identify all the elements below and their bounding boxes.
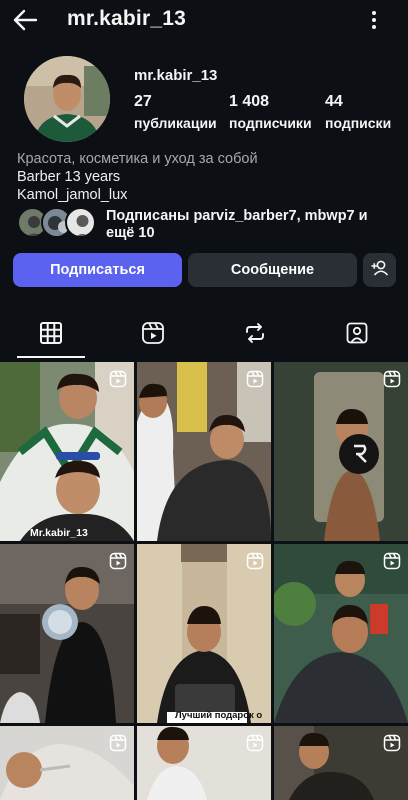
stat-posts-label: публикации <box>134 115 217 131</box>
tab-reels[interactable] <box>102 312 204 358</box>
tab-reposts[interactable] <box>204 312 306 358</box>
post-thumbnail[interactable]: Лучший подарок о <box>137 544 271 723</box>
post-thumbnail[interactable] <box>137 726 271 800</box>
followed-by-text: Подписаны parviz_barber7, mbwp7 и ещё 10 <box>106 208 396 242</box>
posts-grid: Mr.kabir_13 Лучший подарок о <box>0 362 408 800</box>
reels-icon <box>141 321 165 350</box>
top-bar: mr.kabir_13 <box>0 0 408 44</box>
reels-icon <box>109 552 127 575</box>
tagged-icon <box>345 321 369 350</box>
bio-category[interactable]: Красота, косметика и уход за собой <box>17 150 258 168</box>
reels-icon <box>246 370 264 393</box>
reels-icon <box>246 734 264 757</box>
more-vertical-icon[interactable] <box>362 8 386 32</box>
tab-grid[interactable] <box>0 312 102 358</box>
follower-avatar <box>65 207 96 238</box>
profile-tabs <box>0 312 408 358</box>
post-thumbnail[interactable] <box>274 544 408 723</box>
add-user-button[interactable] <box>363 253 396 287</box>
post-caption: Лучший подарок о <box>175 710 263 721</box>
post-thumbnail[interactable] <box>274 362 408 541</box>
stat-following[interactable]: 44 подписки <box>325 93 391 131</box>
reels-icon <box>383 370 401 393</box>
followed-by-line: Подписаны parviz_barber7, mbwp7 и <box>106 208 368 224</box>
reels-icon <box>246 552 264 575</box>
add-user-icon <box>370 258 390 282</box>
stat-posts[interactable]: 27 публикации <box>134 93 217 131</box>
reels-icon <box>109 734 127 757</box>
stat-followers[interactable]: 1 408 подписчики <box>229 93 312 131</box>
follow-button[interactable]: Подписаться <box>13 253 182 287</box>
reels-icon <box>109 370 127 393</box>
bio-line: Kamol_jamol_lux <box>17 187 128 203</box>
reels-icon <box>383 734 401 757</box>
grid-icon <box>40 321 62 349</box>
stat-following-label: подписки <box>325 115 392 131</box>
repost-icon <box>243 321 267 350</box>
active-tab-indicator <box>17 356 85 358</box>
post-thumbnail[interactable] <box>137 362 271 541</box>
post-caption: Mr.kabir_13 <box>30 527 88 539</box>
message-button[interactable]: Сообщение <box>188 253 357 287</box>
bio-line: Barber 13 years <box>17 169 121 185</box>
stat-followers-label: подписчики <box>229 115 312 131</box>
reels-icon <box>383 552 401 575</box>
tab-tagged[interactable] <box>306 312 408 358</box>
profile-bio: Красота, косметика и уход за собой Barbe… <box>17 150 258 204</box>
post-thumbnail[interactable] <box>0 726 134 800</box>
arrow-left-icon[interactable] <box>10 6 42 34</box>
post-thumbnail[interactable] <box>0 544 134 723</box>
post-thumbnail[interactable] <box>274 726 408 800</box>
followed-by-line: ещё 10 <box>106 225 155 241</box>
avatar[interactable] <box>24 56 110 142</box>
stat-following-value: 44 <box>325 93 343 110</box>
page-title: mr.kabir_13 <box>67 7 186 30</box>
stat-followers-value: 1 408 <box>229 93 270 110</box>
followed-by[interactable]: Подписаны parviz_barber7, mbwp7 и ещё 10 <box>17 206 397 242</box>
post-thumbnail[interactable]: Mr.kabir_13 <box>0 362 134 541</box>
profile-name: mr.kabir_13 <box>134 67 218 84</box>
stat-posts-value: 27 <box>134 93 152 110</box>
